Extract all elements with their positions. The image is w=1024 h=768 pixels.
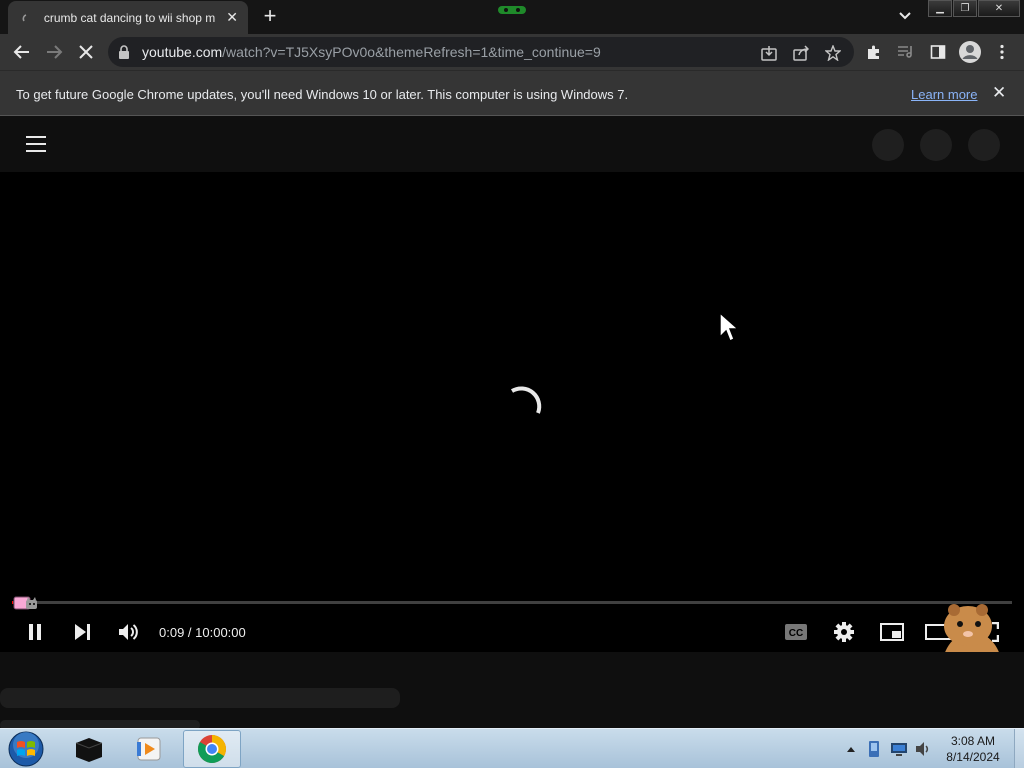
- next-video-button[interactable]: [67, 617, 97, 647]
- volume-button[interactable]: [114, 617, 144, 647]
- header-placeholder-circle[interactable]: [968, 129, 1000, 161]
- new-tab-button[interactable]: +: [258, 5, 282, 29]
- display-tray-icon[interactable]: [890, 741, 908, 757]
- screen: crumb cat dancing to wii shop m ✕ + ▁ ❐ …: [0, 0, 1024, 768]
- share-icon[interactable]: [792, 44, 810, 62]
- stop-loading-icon[interactable]: [74, 40, 98, 64]
- back-arrow-icon[interactable]: [10, 40, 34, 64]
- window-ornament-icon: [498, 6, 526, 14]
- infobar-message: To get future Google Chrome updates, you…: [16, 87, 629, 102]
- forward-arrow-icon[interactable]: [42, 40, 66, 64]
- chrome-icon: [198, 735, 226, 763]
- youtube-header: [0, 116, 1024, 172]
- subtitles-cc-button[interactable]: CC: [781, 617, 811, 647]
- video-player[interactable]: 0:09 / 10:00:00 CC: [0, 172, 1024, 709]
- network-tray-icon[interactable]: [866, 740, 882, 758]
- window-controls: ▁ ❐ ✕: [928, 0, 1022, 18]
- minimize-button[interactable]: ▁: [928, 0, 952, 17]
- update-infobar: To get future Google Chrome updates, you…: [0, 70, 1024, 116]
- clock-date: 8/14/2024: [946, 750, 1000, 764]
- time-display: 0:09 / 10:00:00: [159, 625, 246, 640]
- loading-favicon-icon: [20, 10, 36, 26]
- browser-titlebar: crumb cat dancing to wii shop m ✕ + ▁ ❐ …: [0, 0, 1024, 34]
- close-window-button[interactable]: ✕: [978, 0, 1020, 17]
- restore-button[interactable]: ❐: [953, 0, 977, 17]
- tab-search-chevron-icon[interactable]: [896, 8, 914, 26]
- infobar-close-icon[interactable]: ✕: [992, 83, 1006, 103]
- profile-avatar-icon[interactable]: [958, 40, 982, 64]
- taskbar-app-chrome[interactable]: [183, 730, 241, 768]
- learn-more-link[interactable]: Learn more: [911, 87, 977, 102]
- taskbar-app-cmd[interactable]: [60, 730, 118, 768]
- browser-toolbar: youtube.com/watch?v=TJ5XsyPOv0o&themeRef…: [0, 34, 1024, 70]
- tab-title: crumb cat dancing to wii shop m: [43, 10, 216, 25]
- extensions-puzzle-icon[interactable]: [862, 40, 886, 64]
- url-host: youtube.com: [142, 44, 223, 60]
- svg-text:CC: CC: [789, 628, 803, 639]
- browser-tab[interactable]: crumb cat dancing to wii shop m ✕: [8, 1, 248, 34]
- side-panel-icon[interactable]: [926, 40, 950, 64]
- more-menu-icon[interactable]: [990, 40, 1014, 64]
- taskbar-app-media[interactable]: [120, 730, 178, 768]
- tab-close-icon[interactable]: ✕: [224, 9, 240, 26]
- media-controls-icon[interactable]: [894, 40, 918, 64]
- windows-taskbar: 3:08 AM 8/14/2024: [0, 728, 1024, 768]
- progress-bar[interactable]: [12, 601, 1012, 604]
- header-placeholder-circle[interactable]: [872, 129, 904, 161]
- volume-tray-icon[interactable]: [914, 740, 932, 758]
- show-hidden-icons-icon[interactable]: [846, 745, 856, 753]
- taskbar-clock[interactable]: 3:08 AM 8/14/2024: [940, 733, 1006, 765]
- header-placeholder-circle[interactable]: [920, 129, 952, 161]
- loading-spinner-icon: [510, 386, 542, 414]
- title-skeleton: [0, 688, 400, 708]
- bookmark-star-icon[interactable]: [824, 44, 842, 62]
- hamburger-menu-icon[interactable]: [26, 136, 46, 152]
- pause-button[interactable]: [20, 617, 50, 647]
- media-player-icon: [137, 737, 161, 761]
- mouse-cursor-icon: [719, 311, 740, 342]
- windows-start-orb-icon[interactable]: [6, 730, 46, 768]
- nyan-cat-scrubber-icon[interactable]: [12, 594, 40, 612]
- url-path: /watch?v=TJ5XsyPOv0o&themeRefresh=1&time…: [222, 44, 601, 60]
- settings-gear-button[interactable]: [829, 617, 859, 647]
- show-desktop-button[interactable]: [1014, 729, 1024, 768]
- address-bar[interactable]: youtube.com/watch?v=TJ5XsyPOv0o&themeRef…: [108, 37, 854, 67]
- lock-icon[interactable]: [118, 45, 130, 64]
- miniplayer-button[interactable]: [877, 617, 907, 647]
- install-app-icon[interactable]: [760, 44, 778, 62]
- below-player-placeholder: [0, 652, 1024, 730]
- black-box-app-icon: [75, 738, 103, 762]
- url-text: youtube.com/watch?v=TJ5XsyPOv0o&themeRef…: [142, 44, 601, 60]
- player-controls: 0:09 / 10:00:00 CC: [0, 612, 1024, 652]
- clock-time: 3:08 AM: [950, 734, 996, 748]
